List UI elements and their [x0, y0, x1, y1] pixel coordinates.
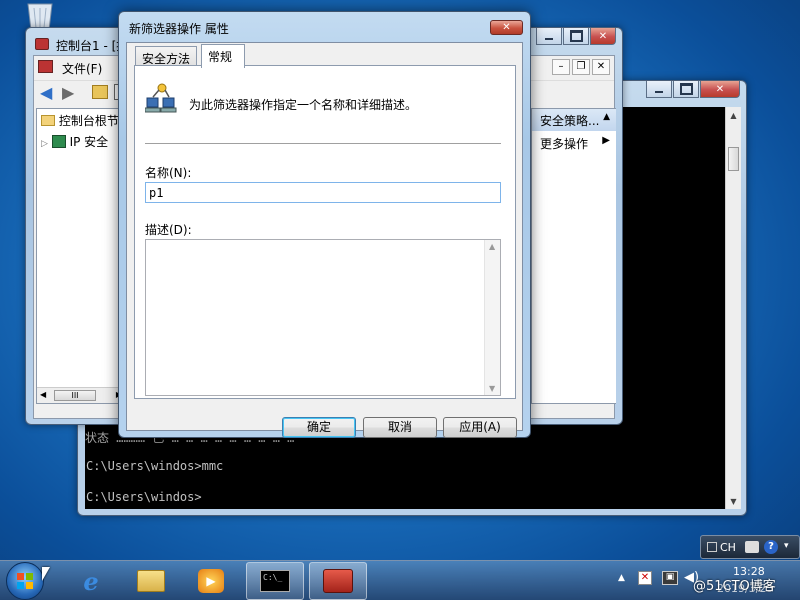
tab-security-methods[interactable]: 安全方法 — [135, 46, 198, 67]
media-player-icon: ▶ — [198, 569, 224, 593]
inner-minimize-button[interactable]: – — [552, 59, 570, 75]
description-textarea[interactable]: ▲ ▼ — [145, 239, 501, 396]
more-actions-item[interactable]: 更多操作 ▶ — [532, 135, 616, 152]
taskbar-cmd[interactable]: C:\_ — [246, 562, 304, 600]
mmc-app-icon — [35, 38, 49, 50]
filter-action-icon — [144, 82, 177, 114]
scroll-down-icon[interactable]: ▼ — [726, 493, 741, 509]
inner-window-buttons: – ❐ ✕ — [552, 59, 610, 75]
textarea-scroll-down-icon[interactable]: ▼ — [489, 384, 495, 393]
watermark: @51CTO博客 — [693, 579, 776, 594]
scroll-left-icon[interactable]: ◀ — [40, 390, 46, 399]
doc-icon — [38, 60, 53, 73]
console-prompt: C:\Users\windos> — [86, 490, 202, 504]
folder-icon — [41, 115, 55, 126]
cancel-button[interactable]: 取消 — [363, 417, 437, 438]
recycle-bin-icon[interactable] — [22, 0, 58, 31]
actions-header-label: 安全策略... — [540, 114, 600, 128]
language-bar[interactable]: CH ? ▾ — [700, 535, 800, 559]
keyboard-layout-icon[interactable] — [745, 541, 759, 553]
name-label: 名称(N): — [145, 166, 192, 180]
tree-item-ip-security[interactable]: ▷ IP 安全 — [41, 133, 108, 150]
scroll-thumb[interactable] — [728, 147, 739, 171]
taskbar-mmc[interactable] — [309, 562, 367, 600]
network-icon[interactable]: ▣ — [662, 571, 678, 585]
actions-header[interactable]: 安全策略... ▲ — [532, 109, 616, 131]
dialog-body: 安全方法 常规 为此筛选器操作指定一个名称和详细描述。 名称(N): 描述(D)… — [126, 42, 523, 438]
actions-pane: 安全策略... ▲ 更多操作 ▶ — [531, 108, 616, 404]
up-folder-icon[interactable] — [92, 85, 108, 99]
description-label: 描述(D): — [145, 223, 192, 237]
back-arrow-icon[interactable]: ◀ — [40, 83, 52, 102]
console-scrollbar[interactable]: ▲ ▼ — [725, 107, 741, 509]
tab-general-label: 常规 — [208, 50, 233, 64]
taskbar-explorer[interactable] — [122, 562, 180, 600]
action-center-icon[interactable]: ✕ — [638, 571, 652, 585]
language-label: CH — [720, 541, 736, 554]
console-close-button[interactable]: ✕ — [700, 81, 740, 98]
tree-root-label: 控制台根节 — [58, 114, 119, 128]
console-maximize-button[interactable] — [673, 81, 699, 98]
hscroll-thumb[interactable]: III — [54, 390, 96, 401]
submenu-arrow-icon: ▶ — [602, 135, 610, 146]
ok-button[interactable]: 确定 — [282, 417, 356, 438]
apply-button[interactable]: 应用(A) — [443, 417, 517, 438]
tab-general[interactable]: 常规 — [201, 44, 245, 68]
tray-show-hidden-icon[interactable]: ▲ — [618, 573, 625, 583]
internet-explorer-icon: e — [83, 566, 99, 596]
command-prompt-icon: C:\_ — [260, 570, 290, 592]
tree-pane[interactable]: 控制台根节 ▷ IP 安全 ◀ III ▶ — [36, 108, 126, 404]
separator — [145, 143, 501, 144]
dialog-title: 新筛选器操作 属性 — [129, 22, 229, 36]
mmc-close-button[interactable]: ✕ — [590, 28, 616, 45]
taskbar-ie[interactable]: e — [62, 562, 120, 600]
help-icon[interactable]: ? — [764, 540, 778, 554]
tab-security-methods-label: 安全方法 — [142, 52, 191, 66]
tree-child-label: IP 安全 — [69, 135, 109, 149]
scroll-up-icon[interactable]: ▲ — [726, 107, 741, 123]
keyboard-icon — [707, 542, 717, 552]
tree-hscrollbar[interactable]: ◀ III ▶ — [37, 387, 125, 403]
dialog-close-button[interactable]: ✕ — [490, 20, 523, 35]
name-input[interactable] — [145, 182, 501, 203]
more-actions-label: 更多操作 — [540, 137, 589, 151]
inner-restore-button[interactable]: ❐ — [572, 59, 590, 75]
console-minimize-button[interactable] — [646, 81, 672, 98]
toolbox-icon — [323, 569, 353, 593]
console-line-mmc: C:\Users\windos>mmc — [86, 459, 224, 473]
textarea-scrollbar[interactable]: ▲ ▼ — [484, 240, 500, 395]
options-arrow-icon[interactable]: ▾ — [784, 541, 789, 551]
properties-dialog: 新筛选器操作 属性 ✕ 安全方法 常规 为此筛选器操作指定一个名称和详细描述。 … — [118, 11, 531, 438]
folder-library-icon — [137, 570, 165, 592]
expand-arrow-icon[interactable]: ▷ — [41, 139, 48, 149]
start-button[interactable] — [6, 562, 44, 600]
collapse-up-icon[interactable]: ▲ — [603, 112, 610, 122]
ip-security-icon — [51, 135, 66, 148]
mmc-maximize-button[interactable] — [563, 28, 589, 45]
textarea-scroll-up-icon[interactable]: ▲ — [489, 242, 495, 251]
taskbar-media-player[interactable]: ▶ — [182, 562, 240, 600]
mouse-cursor-icon — [42, 567, 50, 581]
inner-close-button[interactable]: ✕ — [592, 59, 610, 75]
menu-file[interactable]: 文件(F) — [62, 62, 102, 76]
tree-item-root[interactable]: 控制台根节 — [41, 112, 119, 129]
general-tab-page: 为此筛选器操作指定一个名称和详细描述。 名称(N): 描述(D): ▲ ▼ — [134, 65, 516, 399]
forward-arrow-icon[interactable]: ▶ — [62, 83, 74, 102]
mmc-minimize-button[interactable] — [536, 28, 562, 45]
dialog-description: 为此筛选器操作指定一个名称和详细描述。 — [189, 98, 418, 112]
taskbar: e ▶ C:\_ ▲ ✕ ▣ ◀) 13:28 2019/3/25 @51CTO… — [0, 560, 800, 600]
